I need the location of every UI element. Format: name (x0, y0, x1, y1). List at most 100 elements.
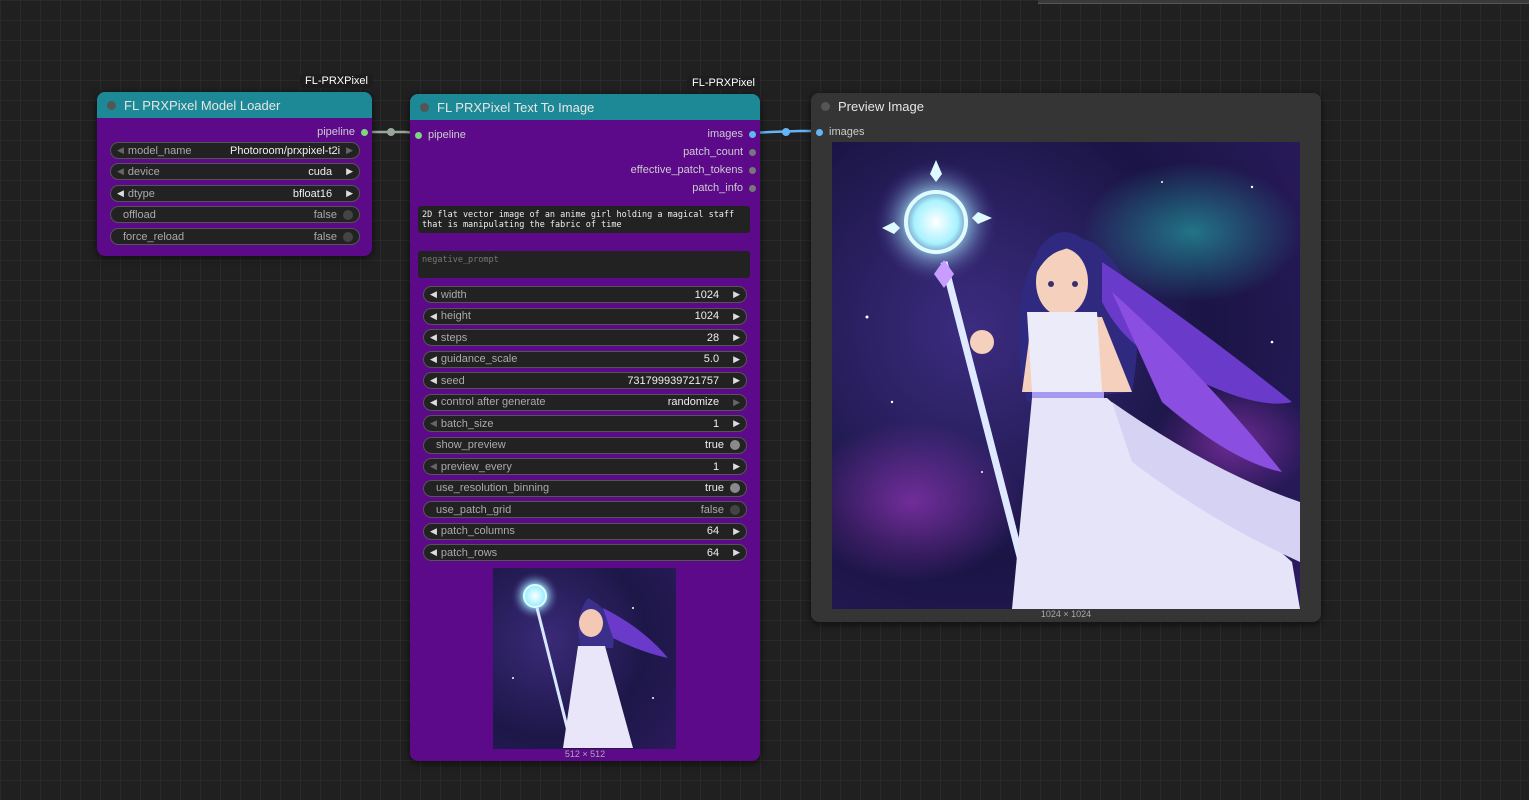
right-arrow-icon[interactable]: ▶ (733, 311, 740, 322)
widget-label: use_patch_grid (436, 503, 512, 516)
preview-header[interactable]: Preview Image (811, 93, 1321, 119)
prompt-textarea[interactable]: 2D flat vector image of an anime girl ho… (418, 206, 750, 233)
widget-value: bfloat16 (292, 187, 333, 200)
widget-seed[interactable]: ◀ seed 731799939721757 ▶ (423, 372, 747, 389)
output-socket-icon[interactable] (749, 130, 756, 138)
widget-model-name[interactable]: ◀ model_name Photoroom/prxpixel-t2i ▶ (110, 142, 360, 159)
preview-thumbnail[interactable] (493, 568, 676, 749)
toggle-icon[interactable] (730, 504, 740, 515)
text-to-image-node[interactable]: FL PRXPixel Text To Image pipeline image… (410, 94, 760, 761)
t2i-output-effective-patch-tokens[interactable]: effective_patch_tokens (631, 164, 756, 176)
widget-force-reload[interactable]: force_reload false (110, 228, 360, 245)
left-arrow-icon[interactable]: ◀ (117, 145, 124, 156)
loader-badge: FL-PRXPixel (300, 74, 373, 88)
output-label: images (707, 128, 743, 140)
right-arrow-icon[interactable]: ▶ (346, 188, 353, 199)
widget-width[interactable]: ◀ width 1024 ▶ (423, 286, 747, 303)
images-link-midpoint[interactable] (782, 128, 790, 136)
widget-label: width (440, 288, 467, 301)
widget-dtype[interactable]: ◀ dtype bfloat16 ▶ (110, 185, 360, 202)
loader-output-pipeline[interactable]: pipeline (317, 126, 368, 138)
negative-prompt-textarea[interactable]: negative_prompt (418, 251, 750, 278)
preview-image[interactable] (832, 142, 1300, 609)
toggle-icon[interactable] (343, 231, 353, 242)
left-arrow-icon[interactable]: ◀ (430, 397, 437, 408)
right-arrow-icon[interactable]: ▶ (733, 461, 740, 472)
right-arrow-icon[interactable]: ▶ (733, 354, 740, 365)
widget-label: preview_every (440, 460, 512, 473)
widget-use-patch-grid[interactable]: use_patch_grid false (423, 501, 747, 518)
t2i-output-patch-count[interactable]: patch_count (683, 146, 756, 158)
widget-label: steps (440, 331, 468, 344)
right-arrow-icon[interactable]: ▶ (733, 526, 740, 537)
right-arrow-icon[interactable]: ▶ (733, 418, 740, 429)
right-arrow-icon[interactable]: ▶ (346, 166, 353, 177)
widget-height[interactable]: ◀ height 1024 ▶ (423, 307, 747, 325)
left-arrow-icon[interactable]: ◀ (430, 332, 437, 343)
widget-label: seed (440, 374, 465, 387)
widget-show-preview[interactable]: show_preview true (423, 436, 747, 454)
toggle-icon[interactable] (343, 209, 353, 220)
left-arrow-icon[interactable]: ◀ (430, 354, 437, 365)
toggle-icon[interactable] (730, 483, 740, 493)
left-arrow-icon[interactable]: ◀ (430, 418, 437, 429)
widget-patch-rows[interactable]: ◀ patch_rows 64 ▶ (423, 544, 747, 561)
t2i-output-images[interactable]: images (708, 128, 756, 140)
widget-value: 1 (712, 460, 720, 473)
widget-label: patch_rows (440, 546, 498, 559)
left-arrow-icon[interactable]: ◀ (430, 375, 437, 386)
widget-label: show_preview (436, 439, 506, 451)
widget-batch-size[interactable]: ◀ batch_size 1 ▶ (423, 415, 747, 432)
widget-label: force_reload (123, 230, 185, 243)
output-socket-icon[interactable] (749, 166, 756, 174)
t2i-output-patch-info[interactable]: patch_info (692, 182, 756, 194)
widget-value: Photoroom/prxpixel-t2i (230, 144, 341, 157)
output-socket-icon[interactable] (361, 128, 368, 136)
preview-input-images[interactable]: images (816, 126, 864, 138)
t2i-badge: FL-PRXPixel (687, 76, 760, 90)
widget-control-after-generate[interactable]: ◀ control after generate randomize ▶ (423, 393, 747, 411)
t2i-header[interactable]: FL PRXPixel Text To Image (410, 94, 760, 120)
node-status-dot-icon (420, 102, 429, 112)
left-arrow-icon[interactable]: ◀ (430, 547, 437, 558)
right-arrow-icon[interactable]: ▶ (733, 397, 740, 408)
widget-steps[interactable]: ◀ steps 28 ▶ (423, 329, 747, 346)
widget-value: 731799939721757 (627, 374, 720, 387)
input-label: images (829, 126, 865, 138)
thumbnail-size-caption: 512 × 512 (564, 749, 606, 759)
right-arrow-icon[interactable]: ▶ (733, 375, 740, 386)
model-loader-node[interactable]: FL PRXPixel Model Loader pipeline ◀ mode… (97, 92, 372, 256)
widget-value: 1024 (694, 310, 720, 322)
widget-offload[interactable]: offload false (110, 206, 360, 223)
right-arrow-icon[interactable]: ▶ (733, 547, 740, 558)
input-socket-icon[interactable] (816, 128, 823, 136)
output-socket-icon[interactable] (749, 184, 756, 192)
output-label: patch_count (683, 146, 743, 158)
widget-value: 1024 (694, 288, 720, 301)
loader-header[interactable]: FL PRXPixel Model Loader (97, 92, 372, 118)
t2i-input-pipeline[interactable]: pipeline (415, 129, 466, 141)
widget-patch-columns[interactable]: ◀ patch_columns 64 ▶ (423, 522, 747, 540)
widget-device[interactable]: ◀ device cuda ▶ (110, 163, 360, 180)
left-arrow-icon[interactable]: ◀ (117, 166, 124, 177)
pipeline-link-midpoint[interactable] (387, 128, 395, 136)
widget-value: 64 (706, 525, 720, 537)
left-arrow-icon[interactable]: ◀ (430, 526, 437, 537)
widget-guidance-scale[interactable]: ◀ guidance_scale 5.0 ▶ (423, 350, 747, 368)
toggle-icon[interactable] (730, 440, 740, 450)
preview-image-node[interactable]: Preview Image images 1024 × 1024 (811, 93, 1321, 622)
widget-value: cuda (308, 165, 333, 178)
widget-label: control after generate (440, 396, 546, 408)
widget-label: use_resolution_binning (436, 482, 550, 494)
right-arrow-icon[interactable]: ▶ (733, 332, 740, 343)
right-arrow-icon[interactable]: ▶ (346, 145, 353, 156)
widget-preview-every[interactable]: ◀ preview_every 1 ▶ (423, 458, 747, 475)
widget-use-resolution-binning[interactable]: use_resolution_binning true (423, 479, 747, 497)
input-socket-icon[interactable] (415, 131, 422, 139)
left-arrow-icon[interactable]: ◀ (117, 188, 124, 199)
output-socket-icon[interactable] (749, 148, 756, 156)
right-arrow-icon[interactable]: ▶ (733, 289, 740, 300)
left-arrow-icon[interactable]: ◀ (430, 311, 437, 322)
left-arrow-icon[interactable]: ◀ (430, 461, 437, 472)
left-arrow-icon[interactable]: ◀ (430, 289, 437, 300)
